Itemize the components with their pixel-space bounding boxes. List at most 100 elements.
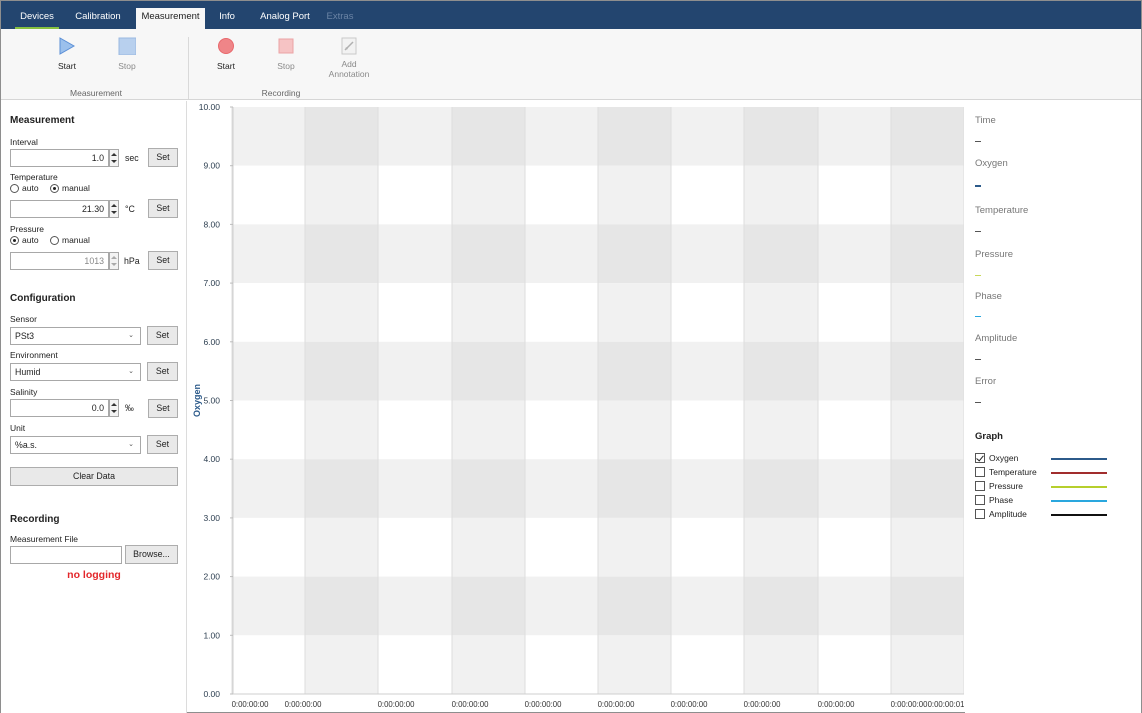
pressure-stepper [109,252,119,270]
chart-grid-cell [452,165,525,225]
x-tick-label: 0:00:00:00 [525,700,563,709]
chart-grid-cell [818,400,891,460]
chart-grid-cell [891,341,964,401]
pressure-auto-radio[interactable]: auto [10,235,39,245]
chart-grid-cell [452,224,525,284]
temperature-input[interactable]: 21.30 [10,200,109,218]
graph-toggle-pressure[interactable]: Pressure [975,481,1023,491]
graph-toggle-label: Oxygen [989,453,1019,463]
chart-grid-cell [232,635,305,694]
chart-grid-cell [818,107,891,166]
chart-grid-cell [378,283,452,342]
amplitude-readout-value [975,359,981,360]
environment-value: Humid [15,367,41,377]
clear-data-button[interactable]: Clear Data [10,467,178,486]
unit-select[interactable]: %a.s. ⌄ [10,436,141,454]
recording-start-button[interactable]: Start [213,37,239,71]
chevron-down-icon [111,263,117,266]
measurement-section-title: Measurement [10,115,75,126]
temperature-legend-line [1051,472,1107,474]
chart-grid-cell [525,165,598,225]
browse-button[interactable]: Browse... [125,545,178,564]
temperature-set-button[interactable]: Set [148,199,178,218]
sensor-set-button[interactable]: Set [147,326,178,345]
graph-toggle-temperature[interactable]: Temperature [975,467,1037,477]
readout-panel: Time Oxygen Temperature Pressure Phase A… [965,101,1141,713]
unit-set-button[interactable]: Set [147,435,178,454]
measurement-file-label: Measurement File [10,534,79,544]
oxygen-legend-line [1051,458,1107,460]
temperature-manual-radio[interactable]: manual [50,183,90,193]
chart-grid-cell [378,635,452,694]
chart-grid-cell [671,459,744,518]
measurement-file-input[interactable] [10,546,122,564]
chevron-up-icon [111,153,117,156]
amplitude-legend-line [1051,514,1107,516]
error-readout-label: Error [975,376,997,387]
interval-set-button[interactable]: Set [148,148,178,167]
y-tick-label: 10.00 [199,102,221,112]
y-tick-label: 7.00 [203,278,220,288]
add-annotation-button: Add Annotation [324,37,374,79]
chart-grid-cell [598,283,671,342]
temperature-auto-label: auto [22,183,39,193]
recording-section-title: Recording [10,514,60,525]
salinity-stepper[interactable] [109,399,119,417]
tab-measurement[interactable]: Measurement [136,8,205,29]
measurement-start-button[interactable]: Start [54,37,80,71]
chart-grid-cell [452,283,525,342]
tab-info[interactable]: Info [213,8,241,29]
chart-grid-cell [525,576,598,636]
chart-grid-cell [232,341,305,401]
pressure-manual-radio[interactable]: manual [50,235,90,245]
x-tick-label: 0:00:00:00 [671,700,709,709]
tab-calibration[interactable]: Calibration [69,8,127,29]
checkbox-checked-icon [975,453,985,463]
chart-grid-cell [305,224,378,284]
interval-input[interactable]: 1.0 [10,149,109,167]
graph-toggle-oxygen[interactable]: Oxygen [975,453,1018,463]
recording-stop-label: Stop [277,61,295,71]
graph-toggle-phase[interactable]: Phase [975,495,1013,505]
chart-grid-cell [525,635,598,694]
sensor-select[interactable]: PSt3 ⌄ [10,327,141,345]
chart-grid-cell [891,459,964,518]
interval-stepper[interactable] [109,149,119,167]
environment-set-button[interactable]: Set [147,362,178,381]
temperature-stepper[interactable] [109,200,119,218]
y-tick-label: 6.00 [203,337,220,347]
tab-analog-port[interactable]: Analog Port [256,8,314,29]
salinity-set-button[interactable]: Set [148,399,178,418]
chart-grid-cell [305,341,378,401]
y-axis-title: Oxygen [192,384,202,417]
unit-label: Unit [10,423,26,433]
chart-grid-cell [305,107,378,166]
chart-grid-cell [671,165,744,225]
chart-grid-cell [744,224,818,284]
chart-grid-cell [232,224,305,284]
temperature-label: Temperature [10,172,58,182]
tab-extras: Extras [326,11,354,22]
tab-devices[interactable]: Devices [15,8,59,29]
annotation-icon [341,37,357,55]
chart-grid-cell [891,165,964,225]
settings-panel: Measurement Interval 1.0 sec Set Tempera… [1,101,187,713]
y-tick-label: 9.00 [203,161,220,171]
chart-grid-cell [818,635,891,694]
logging-status: no logging [67,569,121,581]
pressure-unit: hPa [124,256,140,266]
interval-unit: sec [125,153,139,163]
measurement-chart[interactable]: 10.00 9.00 8.00 7.00 6.00 5.00 4.00 3.00 2.00 1.0… [188,101,965,713]
radio-icon [10,183,19,193]
ribbon-tab-bar: Devices Calibration Measurement Info Ana… [1,1,1141,29]
salinity-input[interactable]: 0.0 [10,399,109,417]
environment-label: Environment [10,350,58,360]
chart-grid-cell [671,341,744,401]
pressure-set-button[interactable]: Set [148,251,178,270]
pressure-readout-label: Pressure [975,249,1014,260]
graph-toggle-amplitude[interactable]: Amplitude [975,509,1027,519]
chart-grid-cell [232,517,305,577]
temperature-auto-radio[interactable]: auto [10,183,39,193]
environment-select[interactable]: Humid ⌄ [10,363,141,381]
chart-grid-cell [671,107,744,166]
